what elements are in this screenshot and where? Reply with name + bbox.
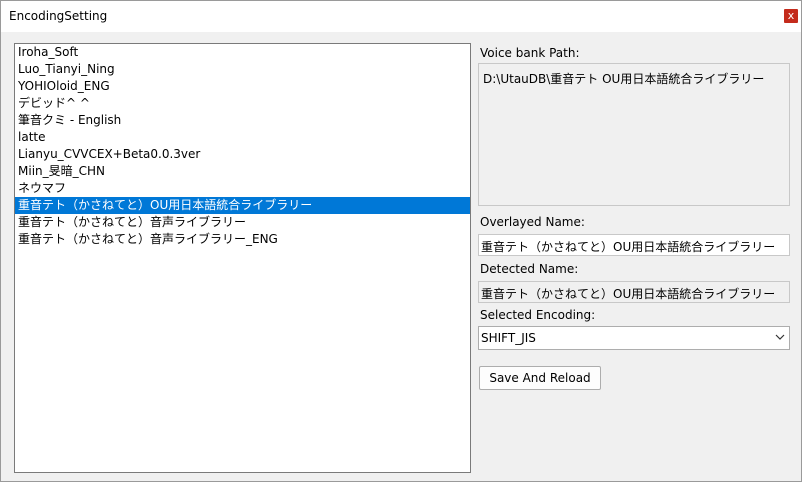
detected-name-label: Detected Name: bbox=[480, 262, 579, 276]
selected-encoding-label: Selected Encoding: bbox=[480, 308, 596, 322]
voicebank-list-item[interactable]: デビッド^ ^ bbox=[15, 95, 470, 112]
encoding-setting-window: EncodingSetting x Iroha_Soft Luo_Tianyi_N… bbox=[0, 0, 802, 482]
voicebank-list-item[interactable]: Miin_旻暗_CHN bbox=[15, 163, 470, 180]
encoding-select-value: SHIFT_JIS bbox=[481, 331, 536, 345]
voice-bank-path-label: Voice bank Path: bbox=[480, 46, 580, 60]
voice-bank-path-value: D:\UtauDB\重音テト OU用日本語統合ライブラリー bbox=[483, 72, 765, 86]
voicebank-list-item[interactable]: 重音テト（かさねてと）音声ライブラリー bbox=[15, 214, 470, 231]
voicebank-list-item[interactable]: 筆音クミ - English bbox=[15, 112, 470, 129]
voicebank-list-item[interactable]: 重音テト（かさねてと）OU用日本語統合ライブラリー bbox=[15, 197, 470, 214]
overlayed-name-value: 重音テト（かさねてと）OU用日本語統合ライブラリー bbox=[481, 240, 776, 254]
encoding-select[interactable]: SHIFT_JIS bbox=[478, 326, 790, 350]
voicebank-list[interactable]: Iroha_Soft Luo_Tianyi_Ning YOHIOloid_ENG デビ… bbox=[14, 43, 471, 473]
voicebank-list-item[interactable]: Luo_Tianyi_Ning bbox=[15, 61, 470, 78]
window-title: EncodingSetting bbox=[9, 9, 108, 23]
voicebank-list-item[interactable]: ネウマフ bbox=[15, 180, 470, 197]
voicebank-list-item[interactable]: latte bbox=[15, 129, 470, 146]
voicebank-list-item[interactable]: 重音テト（かさねてと）音声ライブラリー_ENG bbox=[15, 231, 470, 248]
save-and-reload-button[interactable]: Save And Reload bbox=[479, 366, 601, 390]
voicebank-list-item[interactable]: Iroha_Soft bbox=[15, 44, 470, 61]
title-bar[interactable]: EncodingSetting x bbox=[1, 1, 801, 32]
voicebank-list-item[interactable]: Lianyu_CVVCEX+Beta0.0.3ver bbox=[15, 146, 470, 163]
chevron-down-icon bbox=[775, 334, 785, 340]
voicebank-list-item[interactable]: YOHIOloid_ENG bbox=[15, 78, 470, 95]
overlayed-name-field[interactable]: 重音テト（かさねてと）OU用日本語統合ライブラリー bbox=[478, 234, 790, 256]
overlayed-name-label: Overlayed Name: bbox=[480, 215, 585, 229]
voice-bank-path-box: D:\UtauDB\重音テト OU用日本語統合ライブラリー bbox=[478, 63, 790, 206]
detected-name-field: 重音テト（かさねてと）OU用日本語統合ライブラリー bbox=[478, 281, 790, 303]
close-icon[interactable]: x bbox=[784, 9, 798, 23]
detected-name-value: 重音テト（かさねてと）OU用日本語統合ライブラリー bbox=[481, 287, 776, 301]
